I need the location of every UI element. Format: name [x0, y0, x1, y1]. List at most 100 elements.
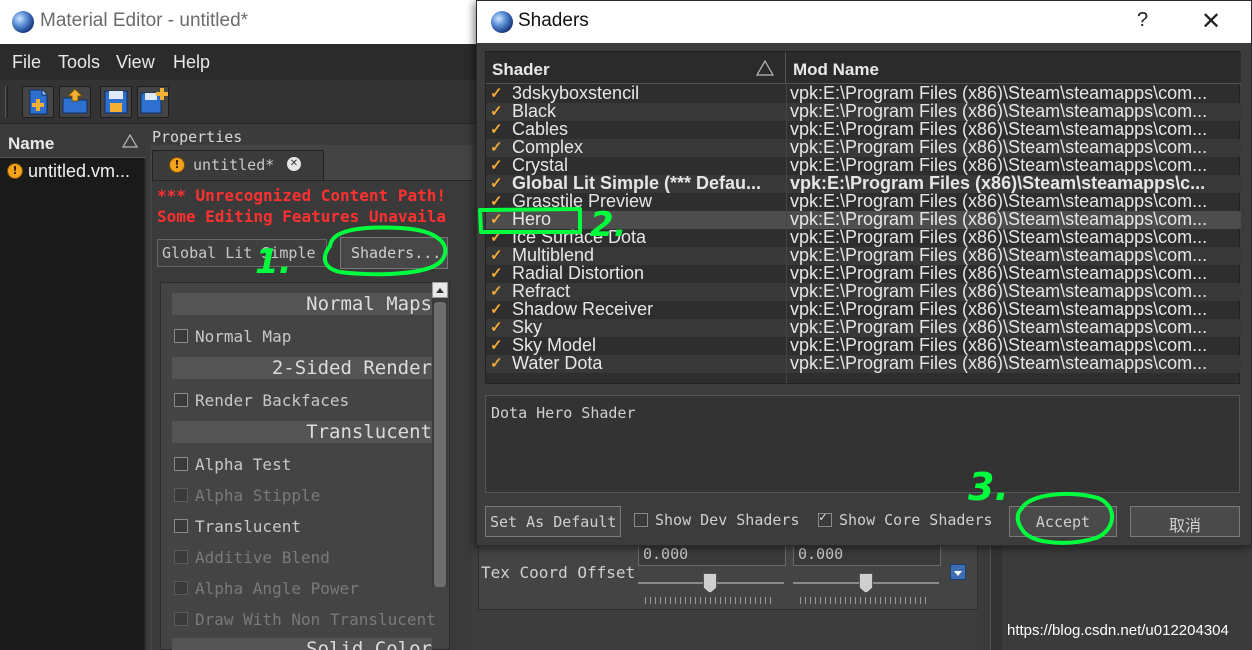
tex-coord-offset-label: Tex Coord Offset	[481, 563, 636, 582]
warning-icon: !	[169, 157, 185, 173]
check-icon: ✓	[490, 247, 503, 264]
scroll-up-button[interactable]	[432, 282, 448, 298]
set-as-default-button[interactable]: Set As Default	[485, 506, 621, 537]
file-list-header-label: Name	[8, 134, 55, 153]
mod-name: vpk:E:\Program Files (x86)\Steam\steamap…	[790, 353, 1208, 373]
check-icon: ✓	[490, 301, 503, 318]
checkbox[interactable]	[174, 457, 188, 471]
help-button[interactable]: ?	[1137, 9, 1148, 32]
option-label: Additive Blend	[195, 548, 330, 567]
option-label: Alpha Stipple	[195, 486, 321, 505]
section-title: Translucent	[306, 421, 432, 443]
check-icon: ✓	[490, 319, 503, 336]
checkbox	[174, 488, 188, 502]
checkbox[interactable]	[634, 513, 648, 527]
checkbox[interactable]	[174, 393, 188, 407]
shader-description-box[interactable]: Dota Hero Shader	[485, 395, 1240, 493]
close-tab-icon[interactable]: ✕	[287, 157, 301, 171]
shaders-dialog: Shaders ? ✕ Shader Mod Name ✓ 3dskyboxste…	[476, 0, 1252, 546]
shader-table[interactable]: Shader Mod Name ✓ 3dskyboxstencil vpk:E:\P…	[485, 51, 1241, 384]
file-list-header[interactable]: Name	[0, 126, 146, 158]
file-list-item[interactable]: ! untitled.vm...	[0, 159, 144, 183]
check-icon: ✓	[490, 211, 503, 228]
section-translucent[interactable]: Translucent	[172, 421, 432, 443]
app-globe-icon	[491, 11, 513, 33]
save-as-button[interactable]	[137, 86, 169, 118]
option-label: Draw With Non Translucent	[195, 610, 436, 629]
open-folder-icon	[62, 88, 88, 114]
shaders-button-label: Shaders...	[351, 244, 442, 262]
main-window-title: Material Editor - untitled*	[40, 10, 249, 31]
dialog-titlebar[interactable]: Shaders ? ✕	[477, 1, 1251, 43]
menu-tools[interactable]: Tools	[58, 52, 100, 73]
table-body: ✓ 3dskyboxstencil vpk:E:\Program Files (x8…	[486, 83, 1241, 383]
sort-ascending-icon	[122, 134, 138, 148]
shaders-button[interactable]: Shaders...	[340, 237, 448, 269]
checkbox	[174, 581, 188, 595]
watermark: https://blog.csdn.net/u012204304	[1007, 622, 1229, 639]
tab-untitled[interactable]: ! untitled* ✕	[152, 150, 324, 180]
shader-description: Dota Hero Shader	[491, 404, 636, 422]
check-icon: ✓	[490, 265, 503, 282]
input-value: 0.000	[643, 545, 689, 563]
table-header: Shader Mod Name	[486, 52, 1241, 84]
shader-name: Water Dota	[512, 353, 603, 373]
save-as-icon	[140, 88, 168, 114]
button-label: Set As Default	[490, 513, 617, 531]
check-icon: ✓	[490, 355, 503, 372]
open-file-button[interactable]	[59, 86, 91, 118]
file-list-item-label: untitled.vm...	[28, 161, 131, 181]
check-icon: ✓	[490, 229, 503, 246]
column-divider	[786, 85, 787, 383]
check-icon: ✓	[490, 103, 503, 120]
section-title: 2-Sided Render	[271, 357, 432, 379]
option-label: Alpha Angle Power	[195, 579, 359, 598]
close-button[interactable]: ✕	[1201, 7, 1221, 36]
app-globe-icon	[12, 11, 34, 33]
toolbar-grip[interactable]	[5, 86, 8, 118]
section-title: Normal Maps	[306, 293, 432, 315]
slider-v-ticks	[800, 597, 930, 604]
error-unrecognized-path: *** Unrecognized Content Path!	[157, 186, 446, 205]
checkbox-checked[interactable]	[818, 510, 832, 527]
menu-help[interactable]: Help	[173, 52, 210, 73]
warning-icon: !	[7, 163, 23, 179]
check-icon: ✓	[490, 139, 503, 156]
shader-select[interactable]: Global Lit Simple	[157, 239, 327, 267]
check-icon: ✓	[490, 85, 503, 102]
menu-file[interactable]: File	[12, 52, 41, 73]
slider-u-ticks	[645, 597, 775, 604]
check-icon: ✓	[490, 193, 503, 210]
new-file-button[interactable]	[22, 86, 54, 118]
option-label: Render Backfaces	[195, 391, 350, 410]
scrollbar-thumb[interactable]	[434, 302, 446, 587]
checkbox	[174, 612, 188, 626]
check-icon: ✓	[490, 337, 503, 354]
save-button[interactable]	[100, 86, 132, 118]
checkbox	[174, 550, 188, 564]
column-header-shader[interactable]: Shader	[486, 52, 786, 84]
section-solid-color[interactable]: Solid Color	[172, 638, 432, 650]
checkbox-label: Show Dev Shaders	[655, 511, 800, 529]
option-label: Normal Map	[195, 327, 292, 346]
section-title: Solid Color	[306, 638, 432, 650]
check-icon: ✓	[490, 121, 503, 138]
checkbox[interactable]	[174, 519, 188, 533]
check-icon: ✓	[490, 157, 503, 174]
expand-button[interactable]	[950, 564, 966, 580]
properties-scrollbar[interactable]	[432, 282, 448, 587]
button-label: 取消	[1168, 516, 1201, 535]
column-header-label: Mod Name	[793, 60, 879, 79]
menu-view[interactable]: View	[116, 52, 155, 73]
accept-button[interactable]: Accept	[1009, 506, 1117, 537]
check-icon: ✓	[490, 283, 503, 300]
section-normal-maps[interactable]: Normal Maps	[172, 293, 432, 315]
checkbox[interactable]	[174, 329, 188, 343]
cancel-button[interactable]: 取消	[1130, 506, 1240, 537]
chevron-up-icon	[436, 288, 444, 293]
error-features-unavailable: Some Editing Features Unavaila	[157, 207, 446, 226]
chevron-down-icon	[954, 571, 962, 576]
shader-row[interactable]: ✓ Water Dota vpk:E:\Program Files (x86)\St…	[486, 353, 1241, 373]
section-2-sided-render[interactable]: 2-Sided Render	[172, 357, 432, 379]
properties-label: Properties	[152, 128, 243, 146]
